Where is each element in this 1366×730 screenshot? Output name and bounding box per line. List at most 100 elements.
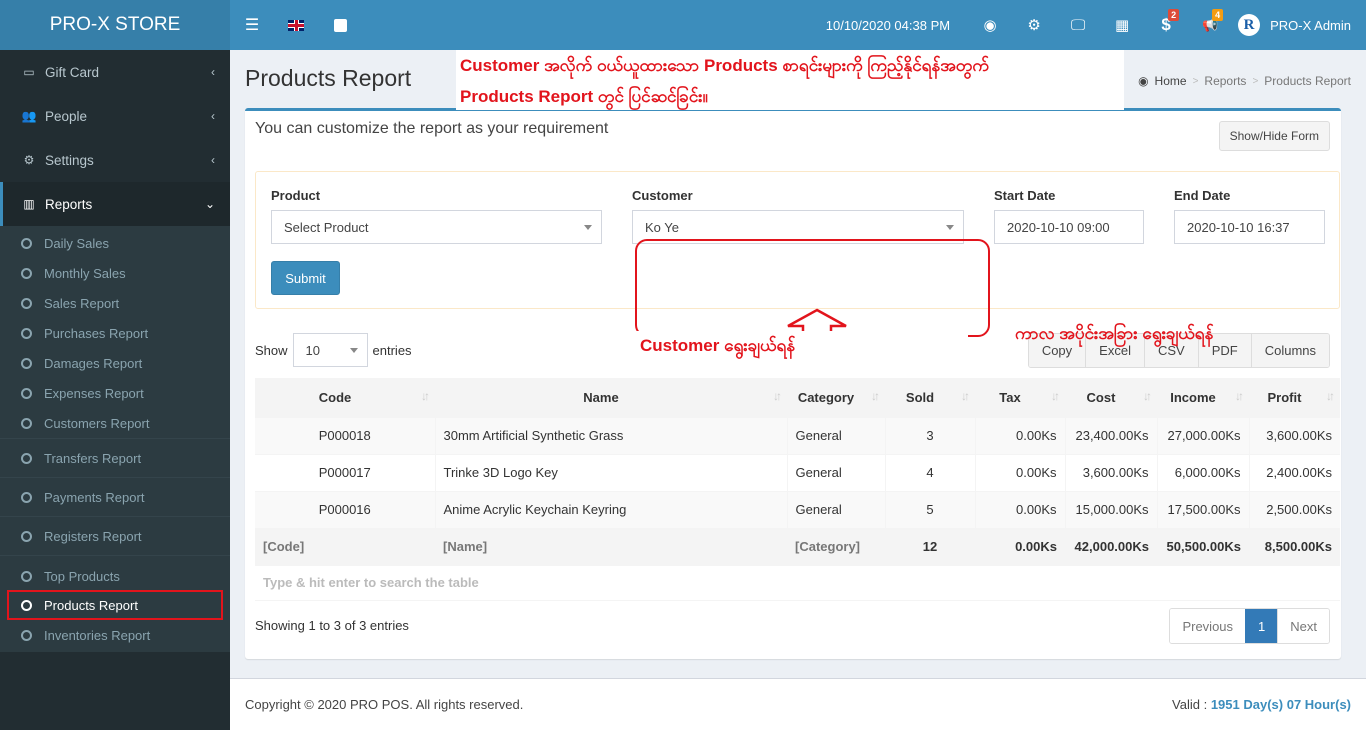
settings-button[interactable]: ⚙ [1012,0,1056,50]
footer-category: [Category] [787,527,885,565]
breadcrumb-current: Products Report [1264,74,1351,88]
submenu-item-monthly-sales[interactable]: Monthly Sales [0,258,230,288]
submenu-item-label: Products Report [44,597,138,613]
start-date-input[interactable]: 2020-10-10 09:00 [994,210,1144,244]
language-button[interactable] [274,0,318,50]
previous-page-button[interactable]: Previous [1170,609,1246,643]
circle-icon [21,629,32,641]
submenu-item-damages-report[interactable]: Damages Report [0,348,230,378]
dashboard-button[interactable]: ◉ [968,0,1012,50]
submenu-item-inventories-report[interactable]: Inventories Report [0,620,230,650]
dashboard-icon: ◉ [1138,74,1149,88]
circle-icon [21,491,32,503]
page-length-select[interactable]: 10 [292,333,368,367]
apps-grid-button[interactable]: ▦ [1100,0,1144,50]
chevron-left-icon: ‹ [211,109,215,123]
cell-cost: 23,400.00Ks [1064,416,1157,454]
cell-tax: 0.00Ks [974,453,1065,491]
sidebar-item-people[interactable]: 👥 People ‹ [0,94,230,138]
sidebar-item-gift-card[interactable]: ▭ Gift Card ‹ [0,50,230,94]
sidebar-item-reports[interactable]: ▥ Reports ⌄ [0,182,230,226]
sort-icon: ↓↑ [1235,389,1244,403]
circle-icon [21,297,32,309]
columns-button[interactable]: Columns [1250,334,1329,367]
submenu-item-top-products[interactable]: Top Products [0,555,230,590]
submenu-item-registers-report[interactable]: Registers Report [0,516,230,555]
breadcrumb: ◉ Home > Reports > Products Report [1138,74,1351,88]
breadcrumb-reports[interactable]: Reports [1204,74,1246,88]
sales-alerts-button[interactable]: $ 2 [1144,0,1188,50]
column-label: Tax [999,389,1021,405]
column-label: Category [797,389,855,405]
table-search-row: Type & hit enter to search the table [255,564,1340,601]
cell-profit: 2,500.00Ks [1248,490,1340,528]
circle-icon [21,327,32,339]
intro-text: You can customize the report as your req… [255,120,609,137]
submenu-item-purchases-report[interactable]: Purchases Report [0,318,230,348]
notifications-button[interactable]: 📢 4 [1188,0,1232,50]
footer-profit-total: 8,500.00Ks [1249,527,1340,565]
page-1-button[interactable]: 1 [1245,609,1278,643]
end-date-input[interactable]: 2020-10-10 16:37 [1174,210,1325,244]
sidebar-item-settings[interactable]: ⚙ Settings ‹ [0,138,230,182]
submenu-item-expenses-report[interactable]: Expenses Report [0,378,230,408]
product-select[interactable]: Select Product [271,210,602,244]
breadcrumb-separator: > [1192,75,1199,87]
column-label: Income [1170,389,1216,405]
next-page-button[interactable]: Next [1277,609,1329,643]
cell-name: Anime Acrylic Keychain Keyring [434,490,787,528]
fullscreen-button[interactable] [318,0,362,50]
pos-button[interactable]: 🖵 [1056,0,1100,50]
sidebar-item-label: Reports [45,196,93,212]
brand-logo[interactable]: PRO-X STORE [0,0,230,50]
footer-tax-total: 0.00Ks [975,527,1065,565]
sidebar-item-label: Settings [45,152,94,168]
sidebar-toggle-button[interactable]: ☰ [230,0,274,50]
sort-icon: ↓↑ [961,389,970,403]
sales-badge: 2 [1168,9,1180,21]
submenu-item-customers-report[interactable]: Customers Report [0,408,230,438]
submit-button[interactable]: Submit [271,261,340,295]
table-row[interactable]: P000018 30mm Artificial Synthetic Grass … [255,416,1340,454]
top-navbar: ☰ 10/10/2020 04:38 PM ◉ ⚙ 🖵 ▦ $ 2 📢 4 R … [230,0,1366,50]
column-header-category[interactable]: Category ↓↑ [787,378,885,417]
table-row[interactable]: P000017 Trinke 3D Logo Key General 4 0.0… [255,453,1340,491]
bar-chart-icon: ▥ [23,197,35,211]
column-header-tax[interactable]: Tax ↓↑ [975,378,1065,417]
user-menu[interactable]: R PRO-X Admin [1232,0,1366,50]
column-header-cost[interactable]: Cost ↓↑ [1065,378,1157,417]
submenu-item-transfers-report[interactable]: Transfers Report [0,438,230,477]
circle-icon [21,237,32,249]
column-header-profit[interactable]: Profit ↓↑ [1249,378,1340,417]
table-header-row: Code ↓↑ Name ↓↑ Category ↓↑ Sold ↓↑ Tax ↓↑ Co… [255,378,1340,417]
submenu-item-label: Purchases Report [44,325,149,341]
column-header-name[interactable]: Name ↓↑ [435,378,787,417]
uk-flag-icon [288,19,304,31]
column-header-sold[interactable]: Sold ↓↑ [885,378,975,417]
sidebar-item-label: People [45,108,88,124]
gears-icon: ⚙ [23,153,35,167]
column-label: Name [583,389,619,405]
breadcrumb-home[interactable]: Home [1155,74,1187,88]
show-hide-form-button[interactable]: Show/Hide Form [1218,121,1330,151]
cell-profit: 3,600.00Ks [1248,416,1340,454]
desktop-icon: 🖵 [1070,16,1086,34]
table-row[interactable]: P000016 Anime Acrylic Keychain Keyring G… [255,490,1340,528]
cell-tax: 0.00Ks [974,416,1065,454]
submenu-item-sales-report[interactable]: Sales Report [0,288,230,318]
column-label: Profit [1267,389,1302,405]
submenu-item-products-report[interactable]: Products Report [7,590,223,620]
credit-card-icon: ▭ [23,65,35,79]
chevron-left-icon: ‹ [211,65,215,79]
submenu-item-label: Damages Report [44,355,143,371]
submenu-item-daily-sales[interactable]: Daily Sales [0,228,230,258]
column-header-code[interactable]: Code ↓↑ [255,378,435,417]
column-header-income[interactable]: Income ↓↑ [1157,378,1249,417]
annotation-customer-hint: Customer ရွေးချယ်ရန် [628,331,968,369]
customer-select-value: Ko Ye [645,219,679,235]
end-date-value: 2020-10-10 16:37 [1187,219,1290,235]
footer-sold-total: 12 [885,527,975,565]
submenu-item-payments-report[interactable]: Payments Report [0,477,230,516]
table-search-input[interactable]: Type & hit enter to search the table [255,564,1340,601]
sort-icon: ↓↑ [871,389,880,403]
